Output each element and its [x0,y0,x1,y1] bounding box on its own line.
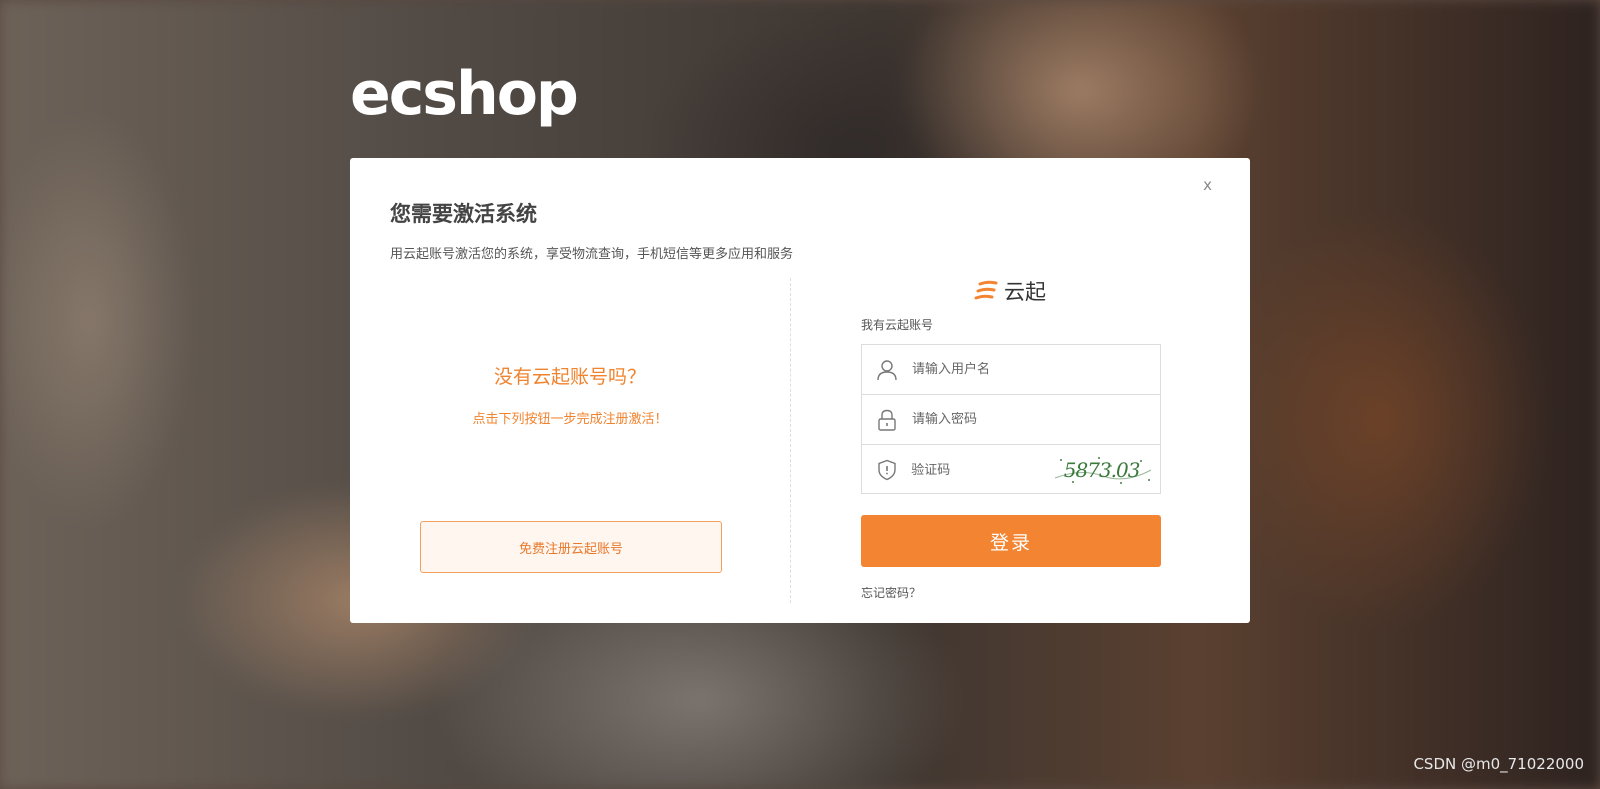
password-row [862,395,1160,445]
forgot-password-link[interactable]: 忘记密码？ [861,584,921,601]
register-button[interactable]: 免费注册云起账号 [420,521,722,573]
username-row [862,345,1160,395]
csdn-watermark: CSDN @m0_71022000 [1413,755,1584,773]
close-button[interactable]: x [1203,176,1212,194]
no-account-heading: 没有云起账号吗？ [493,366,646,388]
username-input[interactable] [912,362,1052,377]
captcha-text: 5873.03 [1063,458,1141,482]
my-account-label: 我有云起账号 [861,318,934,332]
lock-icon [876,409,898,431]
dialog-subtitle: 用云起账号激活您的系统，享受物流查询，手机短信等更多应用和服务 [390,247,794,262]
yunqi-logo-icon [974,279,1000,303]
user-icon [876,359,898,381]
brand-text: 云起 [1004,280,1046,304]
captcha-input[interactable] [911,462,1052,478]
login-form: 5873.03 [861,344,1161,494]
captcha-row: 5873.03 [862,445,1160,495]
activation-dialog: x 您需要激活系统 用云起账号激活您的系统，享受物流查询，手机短信等更多应用和服… [350,158,1250,623]
captcha-image[interactable]: 5873.03 [1051,452,1152,488]
ecshop-logo: ecshop [350,59,579,129]
password-input[interactable] [912,412,1052,427]
login-button[interactable]: 登录 [861,515,1161,567]
column-divider [790,278,791,603]
shield-icon [876,459,897,481]
dialog-title: 您需要激活系统 [390,202,537,226]
no-account-subheading: 点击下列按钮一步完成注册激活！ [472,412,668,427]
yunqi-brand: 云起 [974,276,1046,306]
